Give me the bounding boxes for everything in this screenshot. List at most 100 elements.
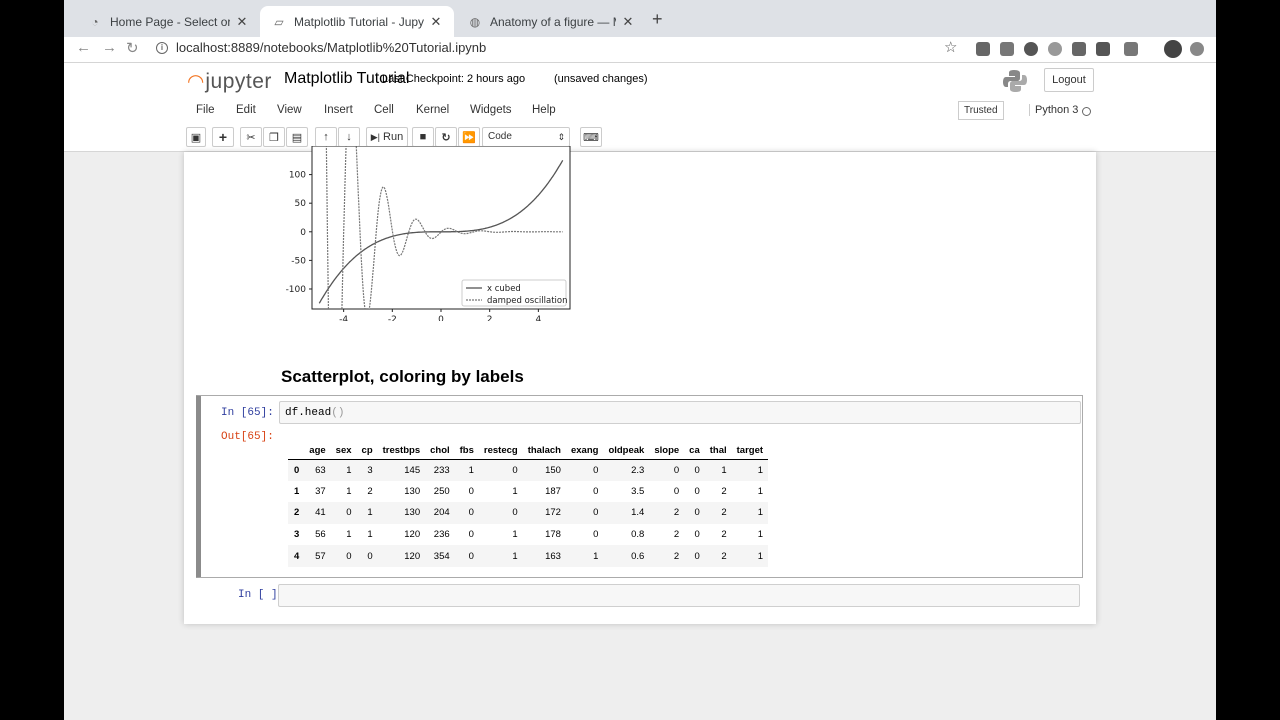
table-row: 3 56 1 1 120 236 0 1 178 0 0.8 2 0 2 1 [288, 524, 768, 546]
x-tick-label: -2 [388, 315, 397, 321]
table-cell: 0.8 [631, 529, 645, 541]
new-tab-icon[interactable]: + [652, 9, 663, 30]
table-cell: 2 [721, 550, 727, 562]
step-forward-icon: ▶| [370, 131, 381, 142]
address-bar[interactable]: i localhost:8889/notebooks/Matplotlib%20… [156, 40, 486, 55]
table-cell: 1 [367, 529, 373, 541]
menu-kernel[interactable]: Kernel [416, 104, 449, 116]
table-body: 0 63 1 3 145 233 1 0 150 0 2.3 0 0 1 1 1 37 1 2 130 250 0 1 187… [288, 459, 769, 567]
tab-title: Matplotlib Tutorial - Jupyter Notebook [294, 14, 424, 29]
code-input[interactable] [278, 584, 1080, 607]
cell-selection-bar [196, 396, 201, 577]
table-cell: 2 [721, 529, 727, 541]
restart-button[interactable]: ↻ [435, 127, 457, 147]
bookmark-star-icon[interactable]: ☆ [944, 38, 957, 56]
table-cell: 250 [433, 485, 450, 497]
code-parens: () [331, 407, 345, 419]
row-index: 2 [294, 507, 300, 519]
table-cell: 1 [346, 485, 352, 497]
table-cell: 0 [673, 485, 680, 497]
jupyter-header: ◠ jupyter Matplotlib Tutorial Last Check… [64, 63, 1216, 152]
extension-icon[interactable] [1048, 42, 1062, 56]
kernel-name[interactable]: Python 3 [1029, 104, 1078, 116]
y-tick-label: -50 [291, 256, 306, 266]
table-cell: 236 [433, 529, 450, 541]
y-tick-label: 100 [289, 171, 306, 181]
table-cell: 354 [433, 550, 450, 562]
table-cell: 1 [346, 529, 352, 541]
tab-close-icon[interactable]: ✕ [428, 14, 444, 30]
table-cell: 145 [404, 464, 421, 476]
table-cell: 130 [404, 485, 421, 497]
extension-icon[interactable] [1096, 42, 1110, 56]
menu-file[interactable]: File [196, 104, 215, 116]
chart-legend: x cubed damped oscillation [461, 279, 567, 307]
legend-label: damped oscillation [487, 296, 567, 306]
extension-icon[interactable] [1124, 42, 1138, 56]
move-down-button[interactable]: ↓ [338, 127, 360, 147]
interrupt-button[interactable]: ■ [412, 127, 434, 147]
settings-gear-icon[interactable] [1190, 42, 1204, 56]
code-cell-empty[interactable]: In [ ]: [196, 580, 1083, 612]
tab-anatomy-of-figure[interactable]: ◍ Anatomy of a figure — Matplotlib ✕ [456, 6, 646, 37]
column-header: fbs [459, 444, 474, 456]
info-icon[interactable]: i [156, 41, 168, 54]
plus-icon: + [218, 129, 228, 145]
forward-icon[interactable]: → [102, 39, 117, 56]
cell-type-select[interactable]: Code ⇕ [482, 127, 570, 147]
extension-icon[interactable] [1072, 42, 1086, 56]
keyboard-icon: ⌨ [583, 131, 599, 144]
run-button[interactable]: ▶| Run [366, 127, 408, 147]
table-cell: 172 [545, 507, 561, 519]
menu-help[interactable]: Help [532, 104, 556, 116]
table-cell: 2 [673, 507, 680, 519]
table-row: 4 57 0 0 120 354 0 1 163 1 0.6 2 0 2 1 [288, 545, 769, 567]
row-index: 4 [294, 550, 300, 562]
run-all-button[interactable]: ⏩ [458, 127, 480, 147]
extension-icon[interactable] [1000, 42, 1014, 56]
code-cell-selected[interactable]: In [65]: df.head() Out[65]: age sex cp tres… [196, 395, 1083, 578]
column-header: trestbps [382, 444, 421, 456]
extension-icon[interactable] [976, 42, 990, 56]
table-cell: 0 [694, 464, 700, 476]
code-input[interactable]: df.head() [279, 401, 1081, 424]
checkpoint-status: Last Checkpoint: 2 hours ago [382, 73, 526, 85]
cut-button[interactable]: ✂ [240, 127, 262, 147]
logout-button[interactable]: Logout [1044, 68, 1094, 92]
copy-button[interactable]: ❐ [263, 127, 285, 147]
paste-button[interactable]: ▤ [286, 127, 308, 147]
menu-widgets[interactable]: Widgets [470, 104, 512, 116]
column-header: age [309, 444, 326, 456]
menu-view[interactable]: View [277, 104, 302, 116]
move-up-button[interactable]: ↑ [315, 127, 337, 147]
globe-favicon-icon: ◍ [469, 14, 481, 29]
extension-icon[interactable] [1024, 42, 1038, 56]
tab-home-page[interactable]: ◔ Home Page - Select or create a noteboo… [76, 6, 260, 37]
command-palette-button[interactable]: ⌨ [580, 127, 602, 147]
profile-avatar[interactable] [1164, 40, 1182, 58]
table-cell: 0 [593, 507, 599, 519]
save-button[interactable]: ▣ [186, 127, 206, 147]
reload-icon[interactable]: ↻ [126, 39, 139, 57]
output-line-chart: -4 -2 0 2 4 -100 -50 0 50 100 x cubed damped oscil… [286, 146, 571, 321]
jupyter-logo[interactable]: ◠ jupyter [188, 69, 272, 94]
table-cell: 57 [315, 550, 326, 562]
tab-close-icon[interactable]: ✕ [620, 14, 636, 30]
column-header: thal [709, 444, 727, 456]
jupyter-logo-icon: ◠ [188, 71, 204, 93]
menu-cell[interactable]: Cell [374, 104, 394, 116]
trusted-badge[interactable]: Trusted [958, 101, 1004, 120]
table-cell: 0 [367, 550, 373, 562]
menu-edit[interactable]: Edit [236, 104, 256, 116]
save-icon: ▣ [190, 131, 202, 144]
table-cell: 0 [346, 507, 352, 519]
menu-insert[interactable]: Insert [324, 104, 353, 116]
back-icon[interactable]: ← [76, 39, 91, 56]
insert-cell-button[interactable]: + [212, 127, 234, 147]
tab-matplotlib-tutorial[interactable]: ▱ Matplotlib Tutorial - Jupyter Notebook… [260, 6, 454, 37]
table-cell: 1 [468, 464, 474, 476]
input-prompt: In [65]: [221, 407, 274, 419]
tab-close-icon[interactable]: ✕ [234, 14, 250, 30]
notebook-page: -4 -2 0 2 4 -100 -50 0 50 100 x cubed damped oscil… [184, 146, 1096, 624]
column-header: oldpeak [608, 444, 645, 456]
